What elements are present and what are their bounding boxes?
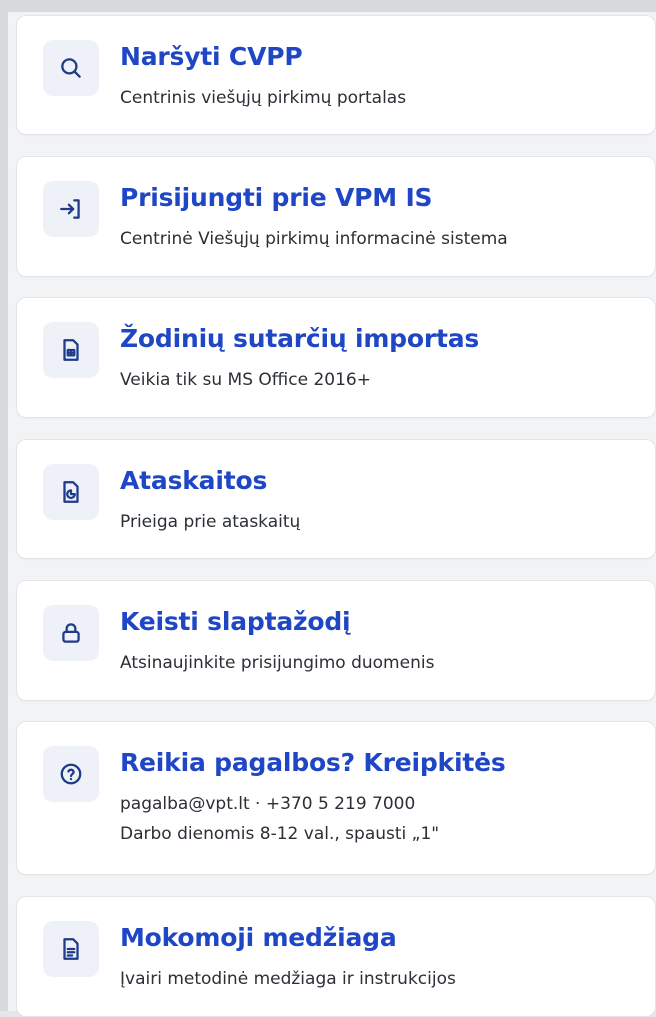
card-title: Žodinių sutarčių importas <box>120 324 480 353</box>
card-description: Prieiga prie ataskaitų <box>120 512 301 532</box>
icon-tile <box>43 322 99 378</box>
contact-info[interactable]: pagalba@vpt.lt · +370 5 219 7000 <box>120 794 415 814</box>
card-reports[interactable]: Ataskaitos Prieiga prie ataskaitų <box>16 439 656 559</box>
icon-tile <box>43 181 99 237</box>
card-title: Naršyti CVPP <box>120 42 303 71</box>
card-browse-cvpp[interactable]: Naršyti CVPP Centrinis viešųjų pirkimų p… <box>16 15 656 135</box>
search-icon <box>61 58 81 78</box>
login-arrow-icon <box>60 199 80 219</box>
icon-tile <box>43 464 99 520</box>
icon-tile <box>43 40 99 96</box>
icon-tile <box>43 921 99 977</box>
card-description: Centrinis viešųjų pirkimų portalas <box>120 88 407 108</box>
card-description: Centrinė Viešųjų pirkimų informacinė sis… <box>120 229 508 249</box>
card-training-materials[interactable]: Mokomoji medžiaga Įvairi metodinė medžia… <box>16 896 656 1017</box>
card-change-password[interactable]: Keisti slaptažodį Atsinaujinkite prisiju… <box>16 580 656 701</box>
card-verbal-contracts-import[interactable]: Žodinių sutarčių importas Veikia tik su … <box>16 297 656 418</box>
card-title: Ataskaitos <box>120 466 268 495</box>
card-login-vpm-is[interactable]: Prisijungti prie VPM IS Centrinė Viešųjų… <box>16 156 656 277</box>
document-icon <box>63 938 79 960</box>
lock-icon <box>62 623 80 643</box>
card-title: Keisti slaptažodį <box>120 607 351 636</box>
icon-tile <box>43 746 99 802</box>
card-description: Veikia tik su MS Office 2016+ <box>120 370 371 390</box>
report-icon <box>63 481 79 503</box>
card-help-contact[interactable]: Reikia pagalbos? Kreipkitės pagalba@vpt.… <box>16 721 656 875</box>
card-title: Mokomoji medžiaga <box>120 923 397 952</box>
card-title: Reikia pagalbos? Kreipkitės <box>120 748 506 777</box>
icon-tile <box>43 605 99 661</box>
help-icon <box>60 763 82 785</box>
card-description: Įvairi metodinė medžiaga ir instrukcijos <box>120 969 456 989</box>
working-hours: Darbo dienomis 8-12 val., spausti „1" <box>120 824 440 844</box>
spreadsheet-file-icon <box>63 339 79 361</box>
card-description: Atsinaujinkite prisijungimo duomenis <box>120 653 435 673</box>
card-title: Prisijungti prie VPM IS <box>120 183 433 212</box>
